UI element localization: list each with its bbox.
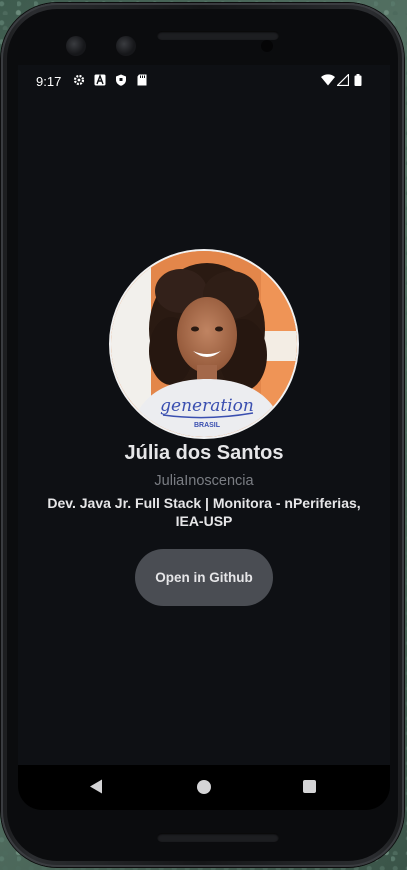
back-icon[interactable] [89, 779, 103, 798]
system-nav-bar [18, 765, 390, 810]
front-sensor [66, 36, 86, 56]
front-camera [261, 40, 273, 52]
shirt-logo-subtext: BRASIL [194, 422, 221, 429]
status-bar: 9:17 [18, 65, 390, 99]
avatar-photo: generation BRASIL [111, 251, 297, 437]
app-screen: 9:17 generation BRASIL Júlia dos Santos … [18, 65, 390, 810]
wifi-icon [321, 74, 335, 86]
settings-icon [73, 74, 85, 86]
profile-bio: Dev. Java Jr. Full Stack | Monitora - nP… [47, 495, 361, 529]
status-time: 9:17 [36, 74, 62, 89]
shield-icon [115, 74, 127, 86]
recents-icon[interactable] [303, 780, 316, 793]
front-sensor [116, 36, 136, 56]
profile-avatar: generation BRASIL [109, 249, 299, 439]
profile-login: JuliaInoscencia [154, 473, 254, 489]
font-a-icon [94, 74, 106, 86]
sd-card-icon [136, 74, 148, 86]
open-in-github-button[interactable]: Open in Github [135, 549, 273, 606]
battery-icon [354, 74, 362, 86]
profile-name: Júlia dos Santos [124, 442, 284, 464]
bottom-speaker [157, 833, 279, 842]
top-speaker [157, 31, 279, 40]
cell-signal-icon [337, 74, 349, 86]
shirt-logo-text: generation [160, 396, 254, 416]
home-icon[interactable] [197, 780, 211, 794]
